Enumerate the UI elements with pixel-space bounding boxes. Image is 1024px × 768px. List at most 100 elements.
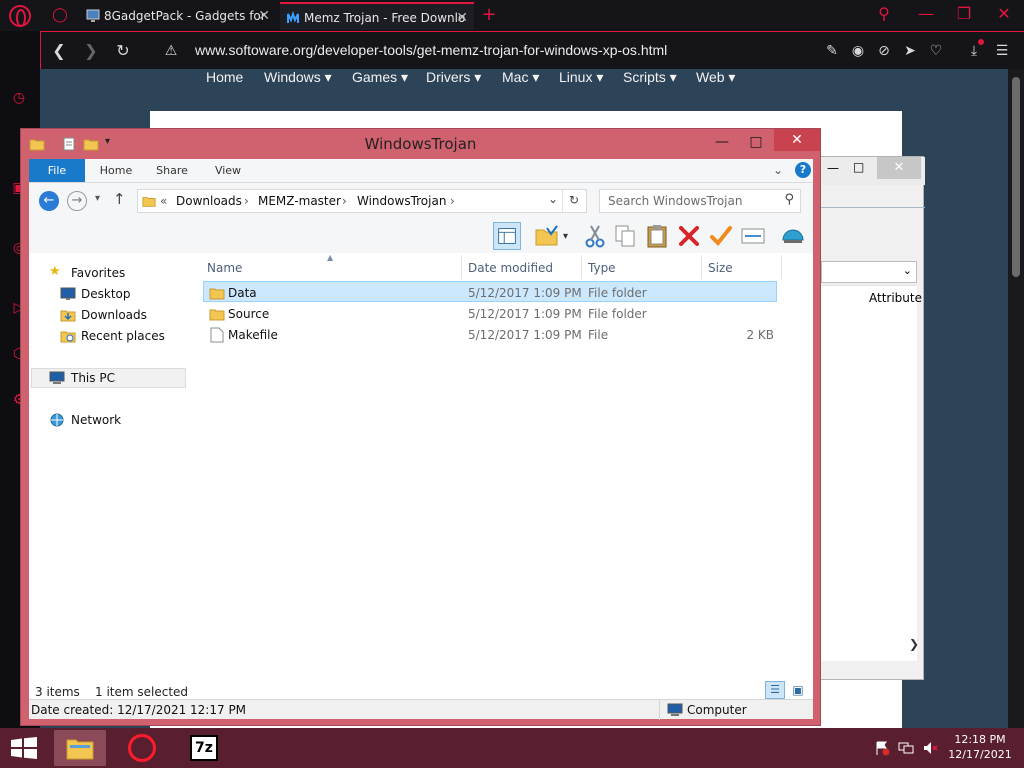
minimize-icon[interactable]: — bbox=[914, 4, 938, 23]
bg-maximize-icon[interactable]: □ bbox=[853, 160, 864, 174]
paste-icon[interactable] bbox=[643, 222, 671, 250]
up-icon[interactable]: ↑ bbox=[113, 190, 126, 208]
globe-icon[interactable] bbox=[779, 222, 807, 250]
preview-pane-icon[interactable] bbox=[493, 222, 521, 250]
scrollbar-thumb[interactable] bbox=[1012, 77, 1020, 277]
nav-favorites[interactable]: Favorites bbox=[71, 266, 125, 280]
adblock-icon[interactable]: ⊘ bbox=[875, 42, 893, 60]
column-divider[interactable] bbox=[581, 255, 582, 279]
overflow-chevron[interactable]: « bbox=[160, 194, 167, 208]
cut-icon[interactable] bbox=[581, 222, 609, 250]
back-icon[interactable]: ❮ bbox=[49, 41, 69, 61]
gamepad-icon[interactable]: ◯ bbox=[51, 7, 69, 23]
taskbar-file-explorer[interactable] bbox=[54, 730, 106, 766]
folder-options-icon[interactable] bbox=[533, 222, 561, 250]
tab-memz-trojan[interactable]: Memz Trojan - Free Downlo ✕ bbox=[280, 2, 474, 30]
minimize-icon[interactable]: — bbox=[707, 131, 737, 153]
column-size[interactable]: Size bbox=[708, 261, 733, 275]
column-name[interactable]: Name bbox=[207, 261, 242, 275]
opera-menu-icon[interactable] bbox=[9, 5, 31, 27]
chevron-down-icon[interactable]: ▾ bbox=[563, 231, 568, 242]
windows-start-icon[interactable] bbox=[10, 737, 38, 759]
history-dropdown-icon[interactable]: ⌄ bbox=[548, 192, 558, 206]
tab-file[interactable]: File bbox=[29, 159, 85, 182]
column-date-modified[interactable]: Date modified bbox=[468, 261, 553, 275]
nav-games[interactable]: Games ▾ bbox=[352, 69, 408, 86]
url-field[interactable]: www.softoware.org/developer-tools/get-me… bbox=[195, 42, 667, 58]
nav-drivers[interactable]: Drivers ▾ bbox=[426, 69, 481, 86]
properties-icon[interactable] bbox=[739, 222, 767, 250]
edit-icon[interactable]: ✎ bbox=[823, 42, 841, 60]
crumb-downloads[interactable]: Downloads bbox=[176, 194, 242, 208]
restore-icon[interactable]: ❐ bbox=[952, 4, 976, 23]
expand-ribbon-icon[interactable]: ⌄ bbox=[773, 163, 783, 177]
speed-dial-icon[interactable]: ◷ bbox=[10, 89, 28, 107]
tab-8gadgetpack[interactable]: 8GadgetPack - Gadgets for ✕ bbox=[80, 2, 276, 30]
network-tray-icon[interactable] bbox=[898, 740, 914, 756]
nav-this-pc[interactable]: This PC bbox=[71, 371, 115, 385]
forward-icon[interactable]: → bbox=[67, 191, 87, 211]
help-icon[interactable]: ? bbox=[795, 162, 811, 178]
scroll-right-icon[interactable]: ❯ bbox=[909, 637, 919, 651]
warning-icon[interactable]: ⚠ bbox=[161, 41, 181, 61]
refresh-icon[interactable]: ↻ bbox=[569, 193, 579, 207]
easy-setup-icon[interactable]: ☰ bbox=[993, 42, 1011, 60]
back-icon[interactable]: ← bbox=[39, 191, 59, 211]
explorer-titlebar[interactable]: ▾ WindowsTrojan — □ ✕ bbox=[21, 129, 820, 159]
volume-muted-icon[interactable] bbox=[922, 740, 938, 756]
crumb-separator[interactable]: › bbox=[450, 194, 455, 208]
column-divider[interactable] bbox=[701, 255, 702, 279]
bg-close-icon[interactable]: ✕ bbox=[877, 157, 921, 179]
page-scrollbar[interactable] bbox=[1008, 69, 1024, 728]
close-tab-icon[interactable]: ✕ bbox=[456, 4, 468, 30]
details-view-icon[interactable]: ☰ bbox=[765, 681, 785, 699]
heart-icon[interactable]: ♡ bbox=[927, 42, 945, 60]
camera-icon[interactable]: ◉ bbox=[849, 42, 867, 60]
column-type[interactable]: Type bbox=[588, 261, 616, 275]
nav-windows[interactable]: Windows ▾ bbox=[264, 69, 332, 86]
background-window[interactable]: — □ ✕ ⌄ Attribute ❯ bbox=[818, 156, 925, 680]
action-center-flag-icon[interactable] bbox=[874, 740, 890, 756]
taskbar-opera[interactable] bbox=[116, 730, 168, 766]
nav-desktop[interactable]: Desktop bbox=[81, 287, 131, 301]
new-tab-icon[interactable]: + bbox=[480, 6, 498, 24]
crumb-separator[interactable]: › bbox=[342, 194, 347, 208]
bg-minimize-icon[interactable]: — bbox=[827, 161, 839, 175]
close-icon[interactable]: ✕ bbox=[774, 129, 820, 151]
column-divider[interactable] bbox=[461, 255, 462, 279]
close-icon[interactable]: ✕ bbox=[992, 4, 1016, 23]
crumb-memz-master[interactable]: MEMZ-master bbox=[258, 194, 341, 208]
nav-network[interactable]: Network bbox=[71, 413, 121, 427]
nav-web[interactable]: Web ▾ bbox=[696, 69, 735, 86]
crumb-windowstrojan[interactable]: WindowsTrojan bbox=[357, 194, 446, 208]
rename-check-icon[interactable] bbox=[707, 222, 735, 250]
large-icons-view-icon[interactable]: ▣ bbox=[789, 682, 807, 698]
system-clock[interactable]: 12:18 PM 12/17/2021 bbox=[944, 732, 1016, 762]
tab-home[interactable]: Home bbox=[91, 159, 141, 182]
nav-mac[interactable]: Mac ▾ bbox=[502, 69, 539, 86]
nav-downloads[interactable]: Downloads bbox=[81, 308, 147, 322]
column-header-attribute[interactable]: Attribute bbox=[869, 291, 922, 305]
nav-home[interactable]: Home bbox=[206, 69, 243, 85]
bg-dropdown[interactable]: ⌄ bbox=[821, 261, 917, 283]
forward-icon[interactable]: ❯ bbox=[81, 41, 101, 61]
search-icon[interactable]: ⚲ bbox=[784, 192, 794, 207]
close-tab-icon[interactable]: ✕ bbox=[258, 2, 270, 30]
send-icon[interactable]: ➤ bbox=[901, 42, 919, 60]
address-breadcrumb[interactable]: « Downloads › MEMZ-master › WindowsTroja… bbox=[137, 189, 587, 213]
tab-view[interactable]: View bbox=[203, 159, 253, 182]
tab-share[interactable]: Share bbox=[147, 159, 197, 182]
nav-linux[interactable]: Linux ▾ bbox=[559, 69, 603, 86]
column-divider[interactable] bbox=[781, 255, 782, 279]
delete-icon[interactable] bbox=[675, 222, 703, 250]
maximize-icon[interactable]: □ bbox=[741, 131, 771, 153]
search-box[interactable]: Search WindowsTrojan ⚲ bbox=[599, 189, 801, 213]
crumb-separator[interactable]: › bbox=[244, 194, 249, 208]
search-tabs-icon[interactable]: ⚲ bbox=[872, 4, 896, 23]
reload-icon[interactable]: ↻ bbox=[113, 41, 133, 61]
nav-scripts[interactable]: Scripts ▾ bbox=[623, 69, 677, 86]
nav-recent-places[interactable]: Recent places bbox=[81, 329, 165, 343]
recent-locations-icon[interactable]: ▾ bbox=[95, 193, 100, 204]
copy-icon[interactable] bbox=[611, 222, 639, 250]
taskbar-7zip[interactable]: 7z bbox=[178, 730, 230, 766]
